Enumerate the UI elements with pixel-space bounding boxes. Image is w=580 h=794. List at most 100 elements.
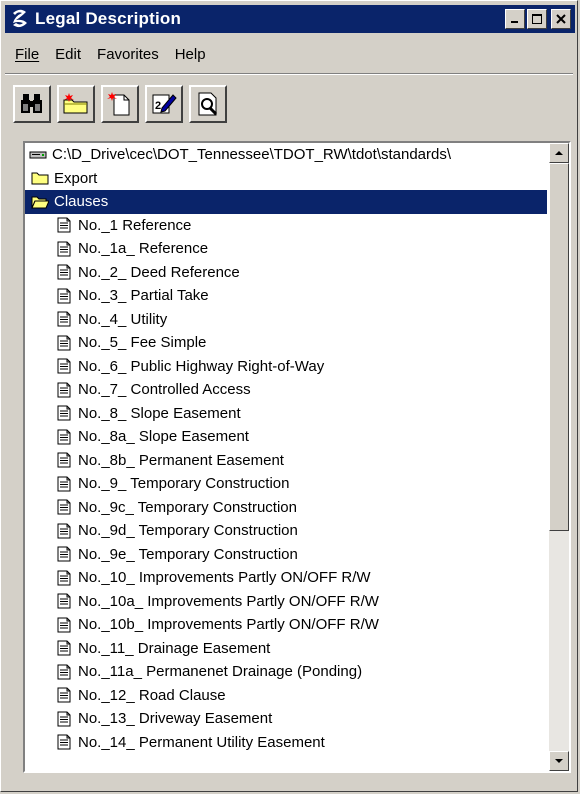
tree-folder-export[interactable]: Export bbox=[25, 167, 547, 191]
close-button[interactable] bbox=[551, 9, 571, 29]
menu-bar: File Edit Favorites Help bbox=[9, 43, 212, 66]
clause-label: No._13_ Driveway Easement bbox=[78, 710, 273, 728]
clause-item[interactable]: No._4_ Utility bbox=[25, 308, 547, 332]
document-icon bbox=[57, 546, 71, 562]
clause-item[interactable]: No._10a_ Improvements Partly ON/OFF R/W bbox=[25, 590, 547, 614]
document-icon bbox=[57, 241, 71, 257]
arrow-up-icon bbox=[555, 151, 563, 155]
find-button[interactable] bbox=[13, 85, 51, 123]
folder-icon bbox=[31, 172, 49, 185]
maximize-button[interactable] bbox=[527, 9, 547, 29]
clause-item[interactable]: No._7_ Controlled Access bbox=[25, 378, 547, 402]
clause-item[interactable]: No._1 Reference bbox=[25, 214, 547, 238]
clause-label: No._3_ Partial Take bbox=[78, 287, 209, 305]
title-bar[interactable]: Legal Description bbox=[5, 5, 575, 33]
document-icon bbox=[57, 264, 71, 280]
arrow-down-icon bbox=[555, 759, 563, 763]
window-title: Legal Description bbox=[35, 9, 182, 28]
clause-label: No._1a_ Reference bbox=[78, 240, 209, 258]
menu-file[interactable]: File bbox=[9, 43, 45, 66]
menu-favorites[interactable]: Favorites bbox=[91, 43, 165, 66]
document-icon bbox=[57, 429, 71, 445]
clause-label: No._11a_ Permanenet Drainage (Ponding) bbox=[78, 663, 363, 681]
clause-item[interactable]: No._8b_ Permanent Easement bbox=[25, 449, 547, 473]
toolbar: 2 bbox=[13, 85, 227, 123]
clause-label: No._6_ Public Highway Right-of-Way bbox=[78, 357, 325, 375]
tree-root-path[interactable]: C:\D_Drive\cec\DOT_Tennessee\TDOT_RW\tdo… bbox=[25, 143, 547, 167]
clause-item[interactable]: No._1a_ Reference bbox=[25, 237, 547, 261]
document-icon bbox=[57, 593, 71, 609]
document-icon bbox=[57, 476, 71, 492]
document-icon bbox=[57, 335, 71, 351]
clause-item[interactable]: No._12_ Road Clause bbox=[25, 684, 547, 708]
clause-item[interactable]: No._2_ Deed Reference bbox=[25, 261, 547, 285]
clause-item[interactable]: No._9e_ Temporary Construction bbox=[25, 543, 547, 567]
document-icon bbox=[57, 405, 71, 421]
clause-item[interactable]: No._8_ Slope Easement bbox=[25, 402, 547, 426]
folder-label: Export bbox=[54, 169, 98, 187]
document-icon bbox=[57, 311, 71, 327]
clause-item[interactable]: No._9d_ Temporary Construction bbox=[25, 519, 547, 543]
app-logo-icon bbox=[13, 9, 27, 28]
new-folder-button[interactable] bbox=[57, 85, 95, 123]
clause-label: No._8a_ Slope Easement bbox=[78, 428, 249, 446]
clause-item[interactable]: No._9c_ Temporary Construction bbox=[25, 496, 547, 520]
root-path-label: C:\D_Drive\cec\DOT_Tennessee\TDOT_RW\tdo… bbox=[52, 146, 452, 164]
scroll-up-button[interactable] bbox=[549, 143, 569, 163]
folder-label: Clauses bbox=[54, 193, 109, 211]
document-icon bbox=[57, 711, 71, 727]
edit-button[interactable]: 2 bbox=[145, 85, 183, 123]
legal-description-window: Legal Description File Edit Favorites He… bbox=[0, 0, 578, 792]
tree-list: C:\D_Drive\cec\DOT_Tennessee\TDOT_RW\tdo… bbox=[25, 143, 547, 771]
clause-item[interactable]: No._9_ Temporary Construction bbox=[25, 472, 547, 496]
menu-file-label: File bbox=[15, 46, 40, 63]
menu-help[interactable]: Help bbox=[169, 43, 212, 66]
close-icon bbox=[556, 14, 566, 24]
clause-item[interactable]: No._10b_ Improvements Partly ON/OFF R/W bbox=[25, 613, 547, 637]
open-folder-icon bbox=[31, 196, 49, 209]
preview-button[interactable] bbox=[189, 85, 227, 123]
clause-item[interactable]: No._3_ Partial Take bbox=[25, 284, 547, 308]
clause-tree[interactable]: C:\D_Drive\cec\DOT_Tennessee\TDOT_RW\tdo… bbox=[23, 141, 571, 773]
maximize-icon bbox=[532, 14, 542, 24]
menu-edit[interactable]: Edit bbox=[49, 43, 87, 66]
edit-icon: 2 bbox=[152, 94, 177, 114]
menu-edit-label: Edit bbox=[55, 46, 82, 63]
preview-icon bbox=[198, 92, 218, 116]
clause-label: No._11_ Drainage Easement bbox=[78, 639, 271, 657]
clause-item[interactable]: No._8a_ Slope Easement bbox=[25, 425, 547, 449]
clause-label: No._9c_ Temporary Construction bbox=[78, 498, 297, 516]
scroll-down-button[interactable] bbox=[549, 751, 569, 771]
minimize-button[interactable] bbox=[505, 9, 525, 29]
document-icon bbox=[57, 664, 71, 680]
clause-label: No._10b_ Improvements Partly ON/OFF R/W bbox=[78, 616, 379, 634]
clause-label: No._8_ Slope Easement bbox=[78, 404, 241, 422]
document-icon bbox=[57, 452, 71, 468]
tree-folder-clauses[interactable]: Clauses bbox=[25, 190, 547, 214]
svg-text:2: 2 bbox=[155, 100, 161, 112]
clause-label: No._7_ Controlled Access bbox=[78, 381, 251, 399]
binoculars-icon bbox=[21, 94, 42, 113]
document-icon bbox=[57, 358, 71, 374]
clause-label: No._9d_ Temporary Construction bbox=[78, 522, 298, 540]
clause-item[interactable]: No._13_ Driveway Easement bbox=[25, 707, 547, 731]
clause-label: No._12_ Road Clause bbox=[78, 686, 226, 704]
vertical-scrollbar[interactable] bbox=[549, 143, 569, 771]
clause-item[interactable]: No._6_ Public Highway Right-of-Way bbox=[25, 355, 547, 379]
clause-label: No._10_ Improvements Partly ON/OFF R/W bbox=[78, 569, 371, 587]
clause-label: No._8b_ Permanent Easement bbox=[78, 451, 284, 469]
clause-item[interactable]: No._5_ Fee Simple bbox=[25, 331, 547, 355]
clause-label: No._9_ Temporary Construction bbox=[78, 475, 290, 493]
clause-label: No._1 Reference bbox=[78, 216, 192, 234]
clause-item[interactable]: No._10_ Improvements Partly ON/OFF R/W bbox=[25, 566, 547, 590]
menu-help-label: Help bbox=[174, 46, 206, 63]
document-icon bbox=[57, 499, 71, 515]
clause-item[interactable]: No._14_ Permanent Utility Easement bbox=[25, 731, 547, 755]
drive-icon bbox=[29, 151, 47, 159]
document-icon bbox=[57, 288, 71, 304]
scroll-thumb[interactable] bbox=[549, 163, 569, 531]
clause-item[interactable]: No._11a_ Permanenet Drainage (Ponding) bbox=[25, 660, 547, 684]
clause-item[interactable]: No._11_ Drainage Easement bbox=[25, 637, 547, 661]
new-document-button[interactable] bbox=[101, 85, 139, 123]
document-icon bbox=[57, 640, 71, 656]
